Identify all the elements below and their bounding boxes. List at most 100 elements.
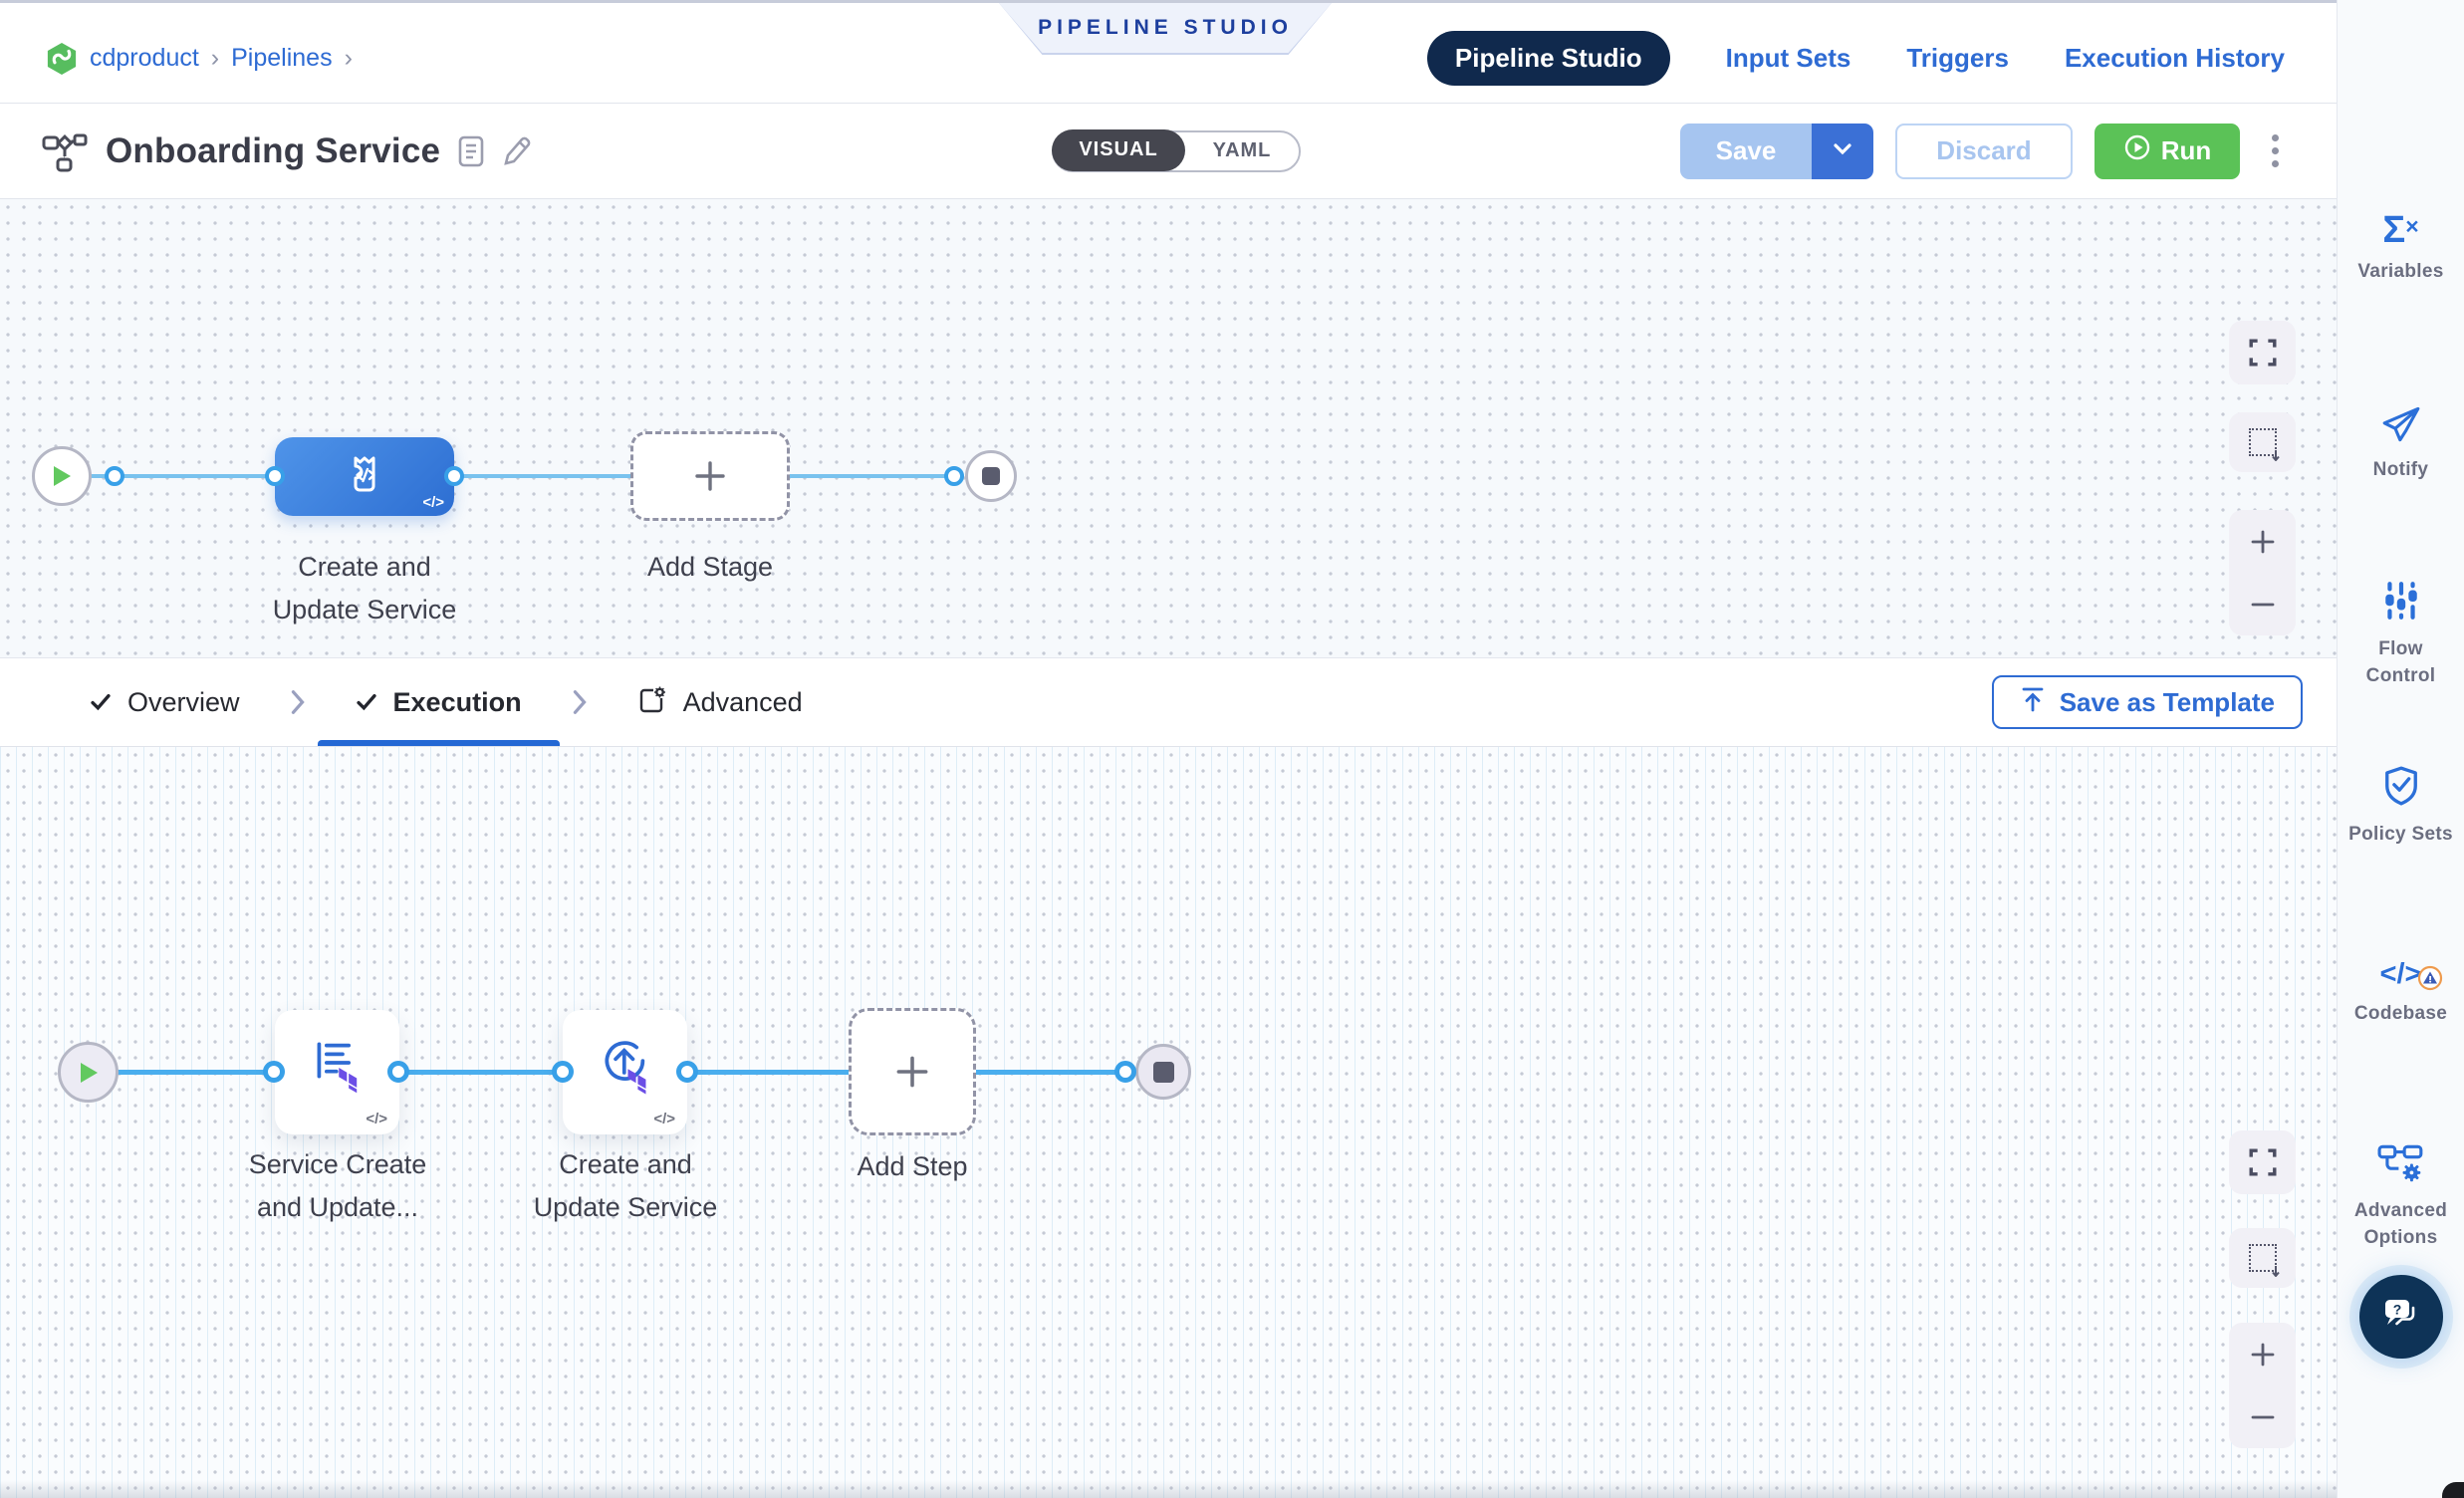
check-icon	[356, 693, 377, 711]
sidebar-item-flow-control[interactable]: Flow Control	[2338, 580, 2464, 689]
code-glyph: </>	[653, 1111, 675, 1127]
play-icon	[51, 464, 73, 488]
multi-select-button[interactable]	[2229, 412, 2296, 472]
add-stage-button[interactable]	[630, 431, 790, 521]
pipeline-end-node[interactable]	[965, 450, 1017, 502]
link-port[interactable]	[265, 466, 285, 486]
step1-label: Service Create and Update...	[213, 1143, 462, 1229]
execution-canvas[interactable]: </> </>	[0, 747, 2337, 1498]
pipeline-studio-banner-inner: PIPELINE STUDIO	[999, 3, 1332, 53]
tab-advanced-label: Advanced	[683, 687, 803, 718]
stop-icon	[1153, 1062, 1174, 1083]
check-icon	[90, 693, 112, 711]
link-port[interactable]	[444, 466, 464, 486]
sidebar-item-label: Advanced Options	[2338, 1197, 2464, 1251]
fit-to-screen-button[interactable]	[2229, 321, 2296, 384]
sidebar-item-policy-sets[interactable]: Policy Sets	[2338, 765, 2464, 848]
zoom-in-button[interactable]	[2229, 510, 2296, 573]
step1-label-line2: and Update...	[213, 1186, 462, 1229]
plus-icon	[690, 456, 730, 496]
update-arrow-step-icon	[595, 1034, 656, 1101]
codebase-warning-badge	[2417, 965, 2443, 999]
execution-end-node[interactable]	[1135, 1044, 1191, 1100]
link-port[interactable]	[1114, 1061, 1136, 1083]
discard-button[interactable]: Discard	[1895, 124, 2073, 179]
chat-question-icon: ?	[2379, 1295, 2423, 1340]
run-button[interactable]: Run	[2094, 124, 2240, 179]
breadcrumb-separator: ›	[211, 44, 219, 73]
marquee-select-icon	[2249, 428, 2277, 456]
tab-execution-history[interactable]: Execution History	[2065, 43, 2285, 74]
link-port[interactable]	[387, 1061, 409, 1083]
save-button[interactable]: Save	[1680, 124, 1812, 179]
step-node-create-and-update-service[interactable]: </>	[563, 1010, 687, 1134]
help-chat-button[interactable]: ?	[2359, 1275, 2443, 1359]
chevron-right-icon	[290, 688, 306, 716]
add-step-button[interactable]	[849, 1008, 976, 1135]
save-split-button: Save	[1680, 124, 1873, 179]
right-sidebar: Σ× Variables Notify Flow Control	[2337, 0, 2464, 1498]
flow-control-sliders-icon	[2382, 580, 2420, 626]
stage-link-line	[790, 474, 959, 478]
upload-icon	[2020, 685, 2046, 720]
plus-icon	[2249, 1341, 2277, 1369]
sidebar-item-variables[interactable]: Σ× Variables	[2338, 211, 2464, 285]
description-doc-icon[interactable]	[458, 135, 484, 167]
tab-triggers[interactable]: Triggers	[1906, 43, 2009, 74]
breadcrumb-pipelines[interactable]: Pipelines	[231, 44, 332, 73]
chevron-down-icon	[1833, 142, 1852, 159]
stage-canvas[interactable]: </> Create and Update Service Add Stage	[0, 199, 2337, 657]
codebase-code-icon: </>	[2380, 958, 2422, 991]
link-port[interactable]	[676, 1061, 698, 1083]
sidebar-item-label: Policy Sets	[2342, 821, 2459, 848]
run-button-label: Run	[2161, 135, 2212, 166]
minus-icon	[2249, 591, 2277, 619]
step2-label-line1: Create and	[501, 1143, 750, 1186]
custom-stage-icon	[339, 448, 390, 505]
sidebar-item-advanced-options[interactable]: Advanced Options	[2338, 1143, 2464, 1251]
tab-overview[interactable]: Overview	[46, 658, 284, 746]
stage-tab-bar: Overview Execution Advanced	[0, 657, 2337, 747]
link-port[interactable]	[944, 466, 964, 486]
sidebar-item-notify[interactable]: Notify	[2338, 406, 2464, 483]
breadcrumb: cdproduct › Pipelines ›	[46, 41, 353, 77]
play-icon	[78, 1061, 100, 1085]
tab-execution[interactable]: Execution	[312, 658, 566, 746]
link-port[interactable]	[552, 1061, 574, 1083]
play-circle-icon	[2123, 133, 2151, 168]
step-node-service-create-and-update[interactable]: </>	[275, 1010, 399, 1134]
variables-sigma-icon: Σ×	[2382, 211, 2418, 249]
pipeline-start-node[interactable]	[32, 446, 92, 506]
stage-node-create-and-update-service[interactable]: </>	[275, 437, 454, 516]
zoom-out-button[interactable]	[2229, 1385, 2296, 1448]
sidebar-item-label: Codebase	[2348, 1000, 2453, 1027]
edit-pencil-icon[interactable]	[502, 135, 532, 167]
save-as-template-button[interactable]: Save as Template	[1992, 675, 2303, 729]
pipeline-studio-app: cdproduct › Pipelines › PIPELINE STUDIO …	[0, 0, 2464, 1498]
execution-start-node[interactable]	[58, 1042, 119, 1103]
more-options-menu[interactable]	[2262, 128, 2289, 173]
zoom-in-button[interactable]	[2229, 1323, 2296, 1385]
canvas-bottom-fade	[0, 1480, 2337, 1498]
sidebar-item-label: Variables	[2351, 258, 2449, 285]
fit-to-screen-button[interactable]	[2229, 1130, 2296, 1194]
link-port[interactable]	[263, 1061, 285, 1083]
multi-select-button[interactable]	[2229, 1228, 2296, 1288]
top-nav-tabs: Pipeline Studio Input Sets Triggers Exec…	[1427, 31, 2285, 86]
pipeline-studio-banner: PIPELINE STUDIO	[999, 3, 1332, 55]
visual-yaml-toggle: VISUAL YAML	[1052, 130, 1301, 172]
breadcrumb-project[interactable]: cdproduct	[90, 44, 199, 73]
toggle-visual[interactable]: VISUAL	[1052, 129, 1185, 171]
tab-input-sets[interactable]: Input Sets	[1726, 43, 1851, 74]
tab-pipeline-studio[interactable]: Pipeline Studio	[1427, 31, 1670, 86]
sidebar-item-codebase[interactable]: </> Codebase	[2338, 958, 2464, 1027]
save-dropdown-button[interactable]	[1812, 124, 1873, 179]
sidebar-item-label: Notify	[2367, 456, 2435, 483]
pipeline-studio-banner-label: PIPELINE STUDIO	[1038, 16, 1293, 40]
tab-advanced[interactable]: Advanced	[594, 658, 847, 746]
zoom-out-button[interactable]	[2229, 573, 2296, 635]
stage-label: Create and Update Service	[235, 546, 494, 631]
link-port[interactable]	[105, 466, 124, 486]
toggle-yaml[interactable]: YAML	[1185, 139, 1299, 162]
pipeline-header: Onboarding Service VISUAL YAML Save	[0, 104, 2337, 199]
